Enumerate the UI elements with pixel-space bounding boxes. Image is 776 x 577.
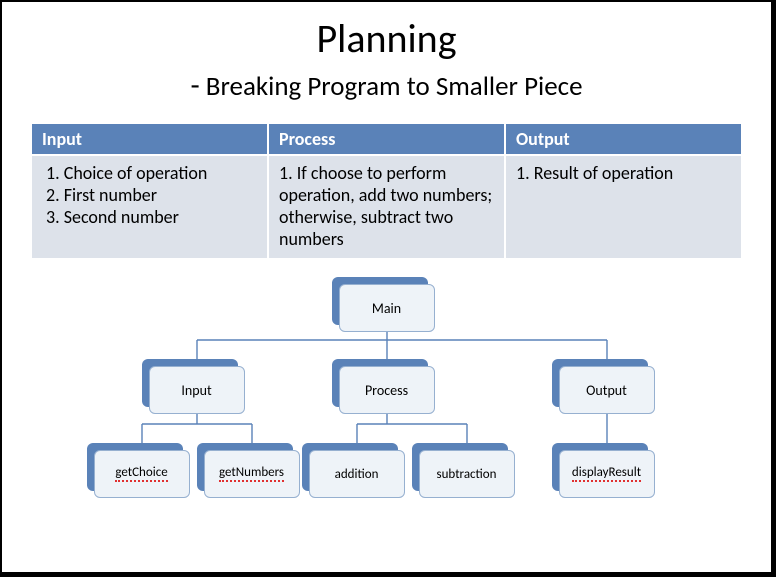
- node-main: Main: [339, 284, 435, 332]
- node-main-label: Main: [339, 284, 435, 332]
- subtitle-text: Breaking Program to Smaller Piece: [206, 70, 583, 103]
- node-getchoice: getChoice: [94, 450, 190, 498]
- slide-title: Planning: [30, 14, 743, 63]
- input-item: 1. Choice of operation: [46, 162, 257, 184]
- node-output: Output: [559, 366, 655, 414]
- node-subtraction-label: subtraction: [419, 450, 515, 498]
- table-row: 1. Choice of operation 2. First number 3…: [31, 155, 742, 259]
- node-displayresult: displayResult: [559, 450, 655, 498]
- slide: Planning - Breaking Program to Smaller P…: [2, 2, 771, 540]
- node-addition: addition: [309, 450, 405, 498]
- hierarchy-diagram: Main Input Process Output getChoice getN…: [67, 278, 707, 528]
- cell-output: 1. Result of operation: [505, 155, 742, 259]
- node-process: Process: [339, 366, 435, 414]
- cell-process: 1. If choose to perform operation, add t…: [268, 155, 505, 259]
- node-getnumbers-label: getNumbers: [219, 466, 284, 482]
- cell-input: 1. Choice of operation 2. First number 3…: [31, 155, 268, 259]
- node-getchoice-label: getChoice: [115, 466, 167, 482]
- input-item: 3. Second number: [46, 206, 257, 228]
- node-getnumbers: getNumbers: [204, 450, 300, 498]
- table-header-row: Input Process Output: [31, 123, 742, 155]
- node-addition-label: addition: [309, 450, 405, 498]
- header-output: Output: [505, 123, 742, 155]
- node-displayresult-label: displayResult: [572, 466, 641, 482]
- ipo-table: Input Process Output 1. Choice of operat…: [30, 122, 743, 260]
- header-process: Process: [268, 123, 505, 155]
- node-input-label: Input: [149, 366, 245, 414]
- subtitle-dash: -: [190, 67, 199, 104]
- slide-subtitle: - Breaking Program to Smaller Piece: [30, 67, 743, 104]
- node-subtraction: subtraction: [419, 450, 515, 498]
- header-input: Input: [31, 123, 268, 155]
- node-output-label: Output: [559, 366, 655, 414]
- input-item: 2. First number: [46, 184, 257, 206]
- node-input: Input: [149, 366, 245, 414]
- node-process-label: Process: [339, 366, 435, 414]
